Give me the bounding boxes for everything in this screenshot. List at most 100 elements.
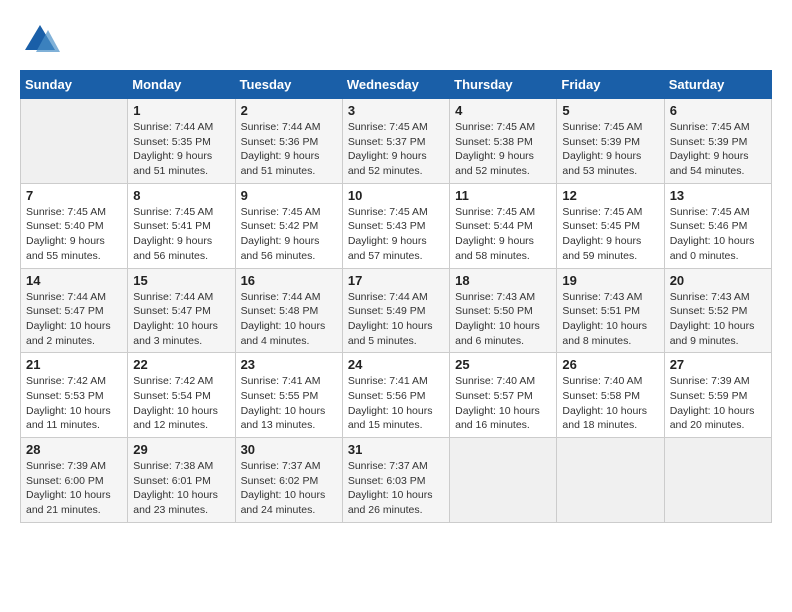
day-number: 8 [133, 188, 229, 203]
calendar-cell: 27 Sunrise: 7:39 AMSunset: 5:59 PMDayligh… [664, 353, 771, 438]
week-row-4: 21 Sunrise: 7:42 AMSunset: 5:53 PMDayligh… [21, 353, 772, 438]
header-friday: Friday [557, 71, 664, 99]
day-number: 6 [670, 103, 766, 118]
calendar-cell [21, 99, 128, 184]
calendar-cell: 23 Sunrise: 7:41 AMSunset: 5:55 PMDayligh… [235, 353, 342, 438]
day-info: Sunrise: 7:37 AMSunset: 6:02 PMDaylight:… [241, 459, 337, 518]
day-number: 11 [455, 188, 551, 203]
header-saturday: Saturday [664, 71, 771, 99]
day-info: Sunrise: 7:39 AMSunset: 5:59 PMDaylight:… [670, 374, 766, 433]
day-info: Sunrise: 7:44 AMSunset: 5:49 PMDaylight:… [348, 290, 444, 349]
day-number: 20 [670, 273, 766, 288]
day-info: Sunrise: 7:44 AMSunset: 5:47 PMDaylight:… [133, 290, 229, 349]
calendar-cell: 1 Sunrise: 7:44 AMSunset: 5:35 PMDaylight… [128, 99, 235, 184]
day-info: Sunrise: 7:43 AMSunset: 5:51 PMDaylight:… [562, 290, 658, 349]
day-number: 24 [348, 357, 444, 372]
day-info: Sunrise: 7:40 AMSunset: 5:57 PMDaylight:… [455, 374, 551, 433]
day-number: 15 [133, 273, 229, 288]
day-info: Sunrise: 7:45 AMSunset: 5:39 PMDaylight:… [670, 120, 766, 179]
day-number: 16 [241, 273, 337, 288]
day-info: Sunrise: 7:40 AMSunset: 5:58 PMDaylight:… [562, 374, 658, 433]
day-number: 18 [455, 273, 551, 288]
calendar-cell: 8 Sunrise: 7:45 AMSunset: 5:41 PMDaylight… [128, 183, 235, 268]
calendar-cell: 19 Sunrise: 7:43 AMSunset: 5:51 PMDayligh… [557, 268, 664, 353]
day-info: Sunrise: 7:37 AMSunset: 6:03 PMDaylight:… [348, 459, 444, 518]
day-number: 4 [455, 103, 551, 118]
calendar-cell: 13 Sunrise: 7:45 AMSunset: 5:46 PMDayligh… [664, 183, 771, 268]
header-sunday: Sunday [21, 71, 128, 99]
page-header [20, 20, 772, 60]
calendar-cell [557, 438, 664, 523]
calendar-cell: 21 Sunrise: 7:42 AMSunset: 5:53 PMDayligh… [21, 353, 128, 438]
day-info: Sunrise: 7:45 AMSunset: 5:42 PMDaylight:… [241, 205, 337, 264]
day-number: 14 [26, 273, 122, 288]
day-number: 22 [133, 357, 229, 372]
calendar-cell: 15 Sunrise: 7:44 AMSunset: 5:47 PMDayligh… [128, 268, 235, 353]
day-info: Sunrise: 7:45 AMSunset: 5:43 PMDaylight:… [348, 205, 444, 264]
calendar-cell: 5 Sunrise: 7:45 AMSunset: 5:39 PMDaylight… [557, 99, 664, 184]
day-number: 2 [241, 103, 337, 118]
day-number: 21 [26, 357, 122, 372]
day-info: Sunrise: 7:45 AMSunset: 5:41 PMDaylight:… [133, 205, 229, 264]
day-number: 9 [241, 188, 337, 203]
calendar-cell: 3Sunrise: 7:45 AMSunset: 5:37 PMDaylight… [342, 99, 449, 184]
calendar-cell: 9 Sunrise: 7:45 AMSunset: 5:42 PMDaylight… [235, 183, 342, 268]
day-number: 13 [670, 188, 766, 203]
calendar-cell: 7Sunrise: 7:45 AMSunset: 5:40 PMDaylight… [21, 183, 128, 268]
calendar-cell: 22Sunrise: 7:42 AMSunset: 5:54 PMDayligh… [128, 353, 235, 438]
day-number: 3 [348, 103, 444, 118]
day-info: Sunrise: 7:39 AMSunset: 6:00 PMDaylight:… [26, 459, 122, 518]
calendar-cell: 6 Sunrise: 7:45 AMSunset: 5:39 PMDaylight… [664, 99, 771, 184]
day-info: Sunrise: 7:45 AMSunset: 5:39 PMDaylight:… [562, 120, 658, 179]
week-row-3: 14 Sunrise: 7:44 AMSunset: 5:47 PMDayligh… [21, 268, 772, 353]
day-number: 28 [26, 442, 122, 457]
day-number: 1 [133, 103, 229, 118]
header-tuesday: Tuesday [235, 71, 342, 99]
day-number: 10 [348, 188, 444, 203]
day-number: 7 [26, 188, 122, 203]
day-number: 19 [562, 273, 658, 288]
calendar-cell: 31 Sunrise: 7:37 AMSunset: 6:03 PMDayligh… [342, 438, 449, 523]
calendar-cell: 12Sunrise: 7:45 AMSunset: 5:45 PMDayligh… [557, 183, 664, 268]
logo [20, 20, 64, 60]
day-info: Sunrise: 7:44 AMSunset: 5:36 PMDaylight:… [241, 120, 337, 179]
day-info: Sunrise: 7:45 AMSunset: 5:46 PMDaylight:… [670, 205, 766, 264]
day-info: Sunrise: 7:44 AMSunset: 5:35 PMDaylight:… [133, 120, 229, 179]
header-wednesday: Wednesday [342, 71, 449, 99]
day-info: Sunrise: 7:41 AMSunset: 5:55 PMDaylight:… [241, 374, 337, 433]
calendar-cell: 16 Sunrise: 7:44 AMSunset: 5:48 PMDayligh… [235, 268, 342, 353]
day-number: 17 [348, 273, 444, 288]
calendar-cell [450, 438, 557, 523]
day-info: Sunrise: 7:45 AMSunset: 5:38 PMDaylight:… [455, 120, 551, 179]
calendar-table: SundayMondayTuesdayWednesdayThursdayFrid… [20, 70, 772, 523]
day-number: 12 [562, 188, 658, 203]
day-number: 31 [348, 442, 444, 457]
day-info: Sunrise: 7:42 AMSunset: 5:53 PMDaylight:… [26, 374, 122, 433]
day-info: Sunrise: 7:38 AMSunset: 6:01 PMDaylight:… [133, 459, 229, 518]
header-row: SundayMondayTuesdayWednesdayThursdayFrid… [21, 71, 772, 99]
calendar-cell: 18Sunrise: 7:43 AMSunset: 5:50 PMDayligh… [450, 268, 557, 353]
calendar-cell: 14Sunrise: 7:44 AMSunset: 5:47 PMDayligh… [21, 268, 128, 353]
calendar-cell: 28 Sunrise: 7:39 AMSunset: 6:00 PMDayligh… [21, 438, 128, 523]
day-number: 27 [670, 357, 766, 372]
calendar-cell: 26Sunrise: 7:40 AMSunset: 5:58 PMDayligh… [557, 353, 664, 438]
calendar-cell: 25 Sunrise: 7:40 AMSunset: 5:57 PMDayligh… [450, 353, 557, 438]
week-row-1: 1 Sunrise: 7:44 AMSunset: 5:35 PMDaylight… [21, 99, 772, 184]
day-info: Sunrise: 7:44 AMSunset: 5:48 PMDaylight:… [241, 290, 337, 349]
day-info: Sunrise: 7:45 AMSunset: 5:44 PMDaylight:… [455, 205, 551, 264]
calendar-cell: 29Sunrise: 7:38 AMSunset: 6:01 PMDayligh… [128, 438, 235, 523]
calendar-cell: 2 Sunrise: 7:44 AMSunset: 5:36 PMDaylight… [235, 99, 342, 184]
calendar-cell [664, 438, 771, 523]
calendar-cell: 10 Sunrise: 7:45 AMSunset: 5:43 PMDayligh… [342, 183, 449, 268]
calendar-cell: 17 Sunrise: 7:44 AMSunset: 5:49 PMDayligh… [342, 268, 449, 353]
day-info: Sunrise: 7:43 AMSunset: 5:52 PMDaylight:… [670, 290, 766, 349]
day-number: 25 [455, 357, 551, 372]
day-info: Sunrise: 7:41 AMSunset: 5:56 PMDaylight:… [348, 374, 444, 433]
logo-icon [20, 20, 60, 60]
day-number: 23 [241, 357, 337, 372]
calendar-cell: 24 Sunrise: 7:41 AMSunset: 5:56 PMDayligh… [342, 353, 449, 438]
calendar-cell: 4 Sunrise: 7:45 AMSunset: 5:38 PMDaylight… [450, 99, 557, 184]
week-row-5: 28 Sunrise: 7:39 AMSunset: 6:00 PMDayligh… [21, 438, 772, 523]
day-number: 5 [562, 103, 658, 118]
header-monday: Monday [128, 71, 235, 99]
